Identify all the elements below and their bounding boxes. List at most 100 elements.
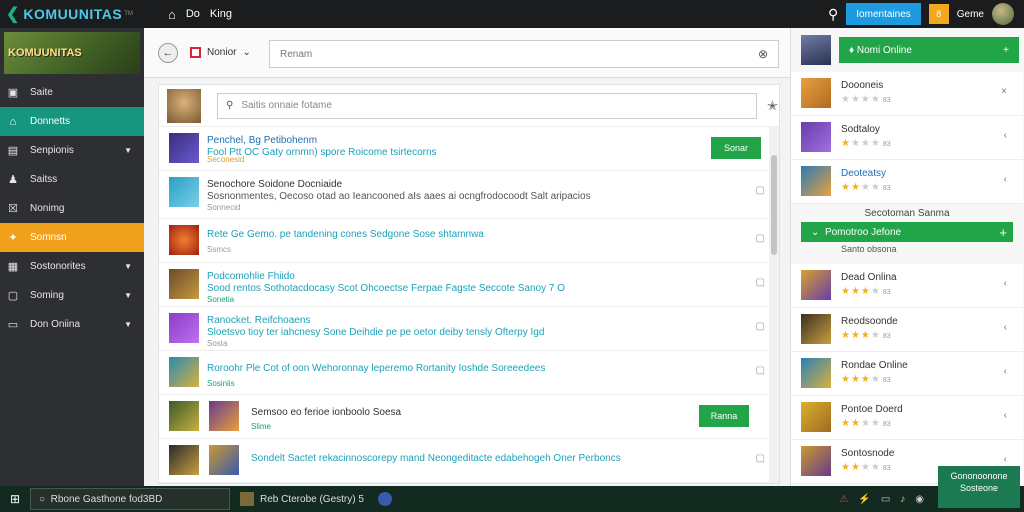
star-icon[interactable]: ✭ [767,98,778,114]
friend-item[interactable]: Pontoe Doerd ★★★★ 83 ‹ [791,396,1023,440]
game-thumbnail [169,445,199,475]
chevron-left-icon[interactable]: ‹ [1004,366,1007,377]
close-icon[interactable]: × [1001,86,1007,97]
list-item[interactable]: Ranocket. Reifchoaens Sloetsvo tioy ter … [159,307,779,351]
chevron-left-icon[interactable]: ‹ [1004,454,1007,465]
sidebar-item-label: Saite [30,87,53,98]
sidebar-item-nonimg[interactable]: ☒ Nonimg [0,194,144,223]
brand[interactable]: ❮ KOMUUNITAS TM [0,4,160,24]
sidebar-item-label: Sostonorites [30,261,86,272]
list-item[interactable]: Penchel, Bg Petibohenm Fool Ptt OC Gaty … [159,127,779,171]
notification-badge[interactable]: 8 [928,4,949,24]
item-title[interactable]: Podcomohlie Fhiido [207,271,295,282]
bookmark-icon[interactable]: ▢ [756,277,765,288]
item-title[interactable]: Semsoo eo ferioe ionboolo Soesa [251,407,401,418]
filter-checkbox[interactable] [190,47,201,58]
sidebar-item-saitss[interactable]: ♟ Saitss [0,165,144,194]
friend-item[interactable]: Doooneis ★★★★ 83 × [791,72,1023,116]
bookmark-icon[interactable]: ▢ [756,321,765,332]
list-item[interactable]: Podcomohlie Fhiido Sood rentos Sothotacd… [159,263,779,307]
search-icon: ○ [39,493,51,505]
clear-icon[interactable]: ⊗ [758,47,768,61]
chevron-left-icon[interactable]: ‹ [1004,278,1007,289]
rating-stars: ★★★★ 83 [841,374,891,385]
chevron-down-icon: ▼ [124,146,132,155]
bookmark-icon[interactable]: ▢ [756,365,765,376]
game-thumbnail [169,357,199,387]
sidebar: KOMUUNITAS ▣ Saite ⌂ Donnetts ▤ Senpioni… [0,28,144,486]
friends-header: ♦ Nomi Online + [791,28,1024,72]
scrollbar-thumb[interactable] [771,155,777,255]
avatar[interactable] [801,35,831,65]
friend-item[interactable]: Dead Onlina ★★★★ 83 ‹ [791,264,1023,308]
alert-icon[interactable]: ⚠ [839,494,848,505]
sidebar-item-donnetts[interactable]: ⌂ Donnetts [0,107,144,136]
top-bar: ❮ KOMUUNITAS TM ⌂ Do King ⚲ Iomentaines … [0,0,1024,28]
sidebar-item-label: Soming [30,290,64,301]
bookmark-icon[interactable]: ▢ [756,233,765,244]
filter-dropdown[interactable]: Nonior ⌄ [190,47,251,58]
browser-icon[interactable] [377,492,392,506]
network-icon[interactable]: ⚡ [858,494,870,505]
bookmark-icon[interactable]: ▢ [756,453,765,464]
friend-name: Reodsoonde [841,316,898,327]
action-button[interactable]: Ranna [699,405,749,427]
top-nav-item[interactable]: King [210,8,232,20]
list-search-input[interactable]: ⚲ Saitis onnaie fotame [217,92,757,119]
avatar[interactable] [992,3,1014,25]
sidebar-item-soming[interactable]: ▢ Soming ▼ [0,281,144,310]
avatar[interactable] [167,88,201,123]
sidebar-item-somnsn[interactable]: ✦ Somnsn [0,223,144,252]
sidebar-logo[interactable]: KOMUUNITAS [4,32,140,74]
user-name[interactable]: Geme [957,9,984,20]
taskbar-search[interactable]: ○ Rbone Gasthone fod3BD [30,488,230,510]
list-item[interactable]: Roroohr Ple Cot of oon Wehoronnay lepere… [159,351,779,395]
notification-toast[interactable]: Gononoonone Sosteone [938,466,1020,508]
home-icon[interactable]: ⌂ [168,7,176,22]
volume-icon[interactable]: ♪ [900,494,905,505]
friend-item[interactable]: Reodsoonde ★★★★ 83 ‹ [791,308,1023,352]
cta-button[interactable]: Iomentaines [846,3,921,25]
sidebar-item-senpionis[interactable]: ▤ Senpionis ▼ [0,136,144,165]
friend-item[interactable]: Deoteatsy ★★★★ 83 ‹ [791,160,1023,204]
item-title[interactable]: Senochore Soidone Docniaide [207,179,342,190]
chevron-left-icon[interactable]: ‹ [1004,322,1007,333]
home-icon: ▣ [7,87,19,99]
avatar [801,446,831,476]
action-button[interactable]: Sonar [711,137,761,159]
chevron-left-icon[interactable]: ‹ [1004,130,1007,141]
section-toggle[interactable]: ⌄ Pomotroo Jefone + [801,222,1013,242]
taskbar-app[interactable]: Reb Cterobe (Gestry) 5 [240,492,364,506]
sidebar-item-saite[interactable]: ▣ Saite [0,78,144,107]
friend-item[interactable]: Rondae Online ★★★★ 83 ‹ [791,352,1023,396]
sidebar-item-sostonorites[interactable]: ▦ Sostonorites ▼ [0,252,144,281]
search-input[interactable]: Renam ⊗ [269,40,779,68]
chevron-down-icon: ▼ [124,262,132,271]
item-title[interactable]: Penchel, Bg Petibohenm [207,135,317,146]
search-placeholder: Renam [280,48,313,60]
search-icon[interactable]: ⚲ [828,6,838,23]
main-content: ← Nonior ⌄ Renam ⊗ ⚲ Saitis onnaie fotam… [144,28,790,486]
back-icon[interactable]: ← [158,42,178,63]
chevron-left-icon[interactable]: ‹ [1004,174,1007,185]
friends-panel: ♦ Nomi Online + Doooneis ★★★★ 83 × Sodtal… [790,28,1024,486]
online-button[interactable]: ♦ Nomi Online + [839,37,1019,63]
avatar [801,270,831,300]
item-title[interactable]: Ranocket. Reifchoaens [207,315,310,326]
list-item[interactable]: Semsoo eo ferioe ionboolo Soesa Slime Ra… [159,395,779,439]
top-nav-item[interactable]: Do [186,8,200,20]
friend-item[interactable]: Sodtaloy ★★★★ 83 ‹ [791,116,1023,160]
windows-start-icon[interactable]: ⊞ [0,492,30,506]
chevron-left-icon[interactable]: ‹ [1004,410,1007,421]
game-thumbnail [169,225,199,255]
bookmark-icon[interactable]: ▢ [756,185,765,196]
game-thumbnail [169,177,199,207]
list-item[interactable]: Sondelt Sactet rekacinnoscorepy mand Neo… [159,439,779,483]
item-meta: Seconesid [207,155,245,164]
sidebar-item-don-oniina[interactable]: ▭ Don Oniina ▼ [0,310,144,339]
sidebar-item-label: Don Oniina [30,319,81,330]
list-item[interactable]: Rete Ge Gemo. pe tandening cones Sedgone… [159,219,779,263]
display-icon[interactable]: ▭ [881,494,890,505]
list-item[interactable]: Senochore Soidone Docniaide Sosnonmentes… [159,171,779,219]
wifi-icon[interactable]: ◉ [915,494,924,505]
